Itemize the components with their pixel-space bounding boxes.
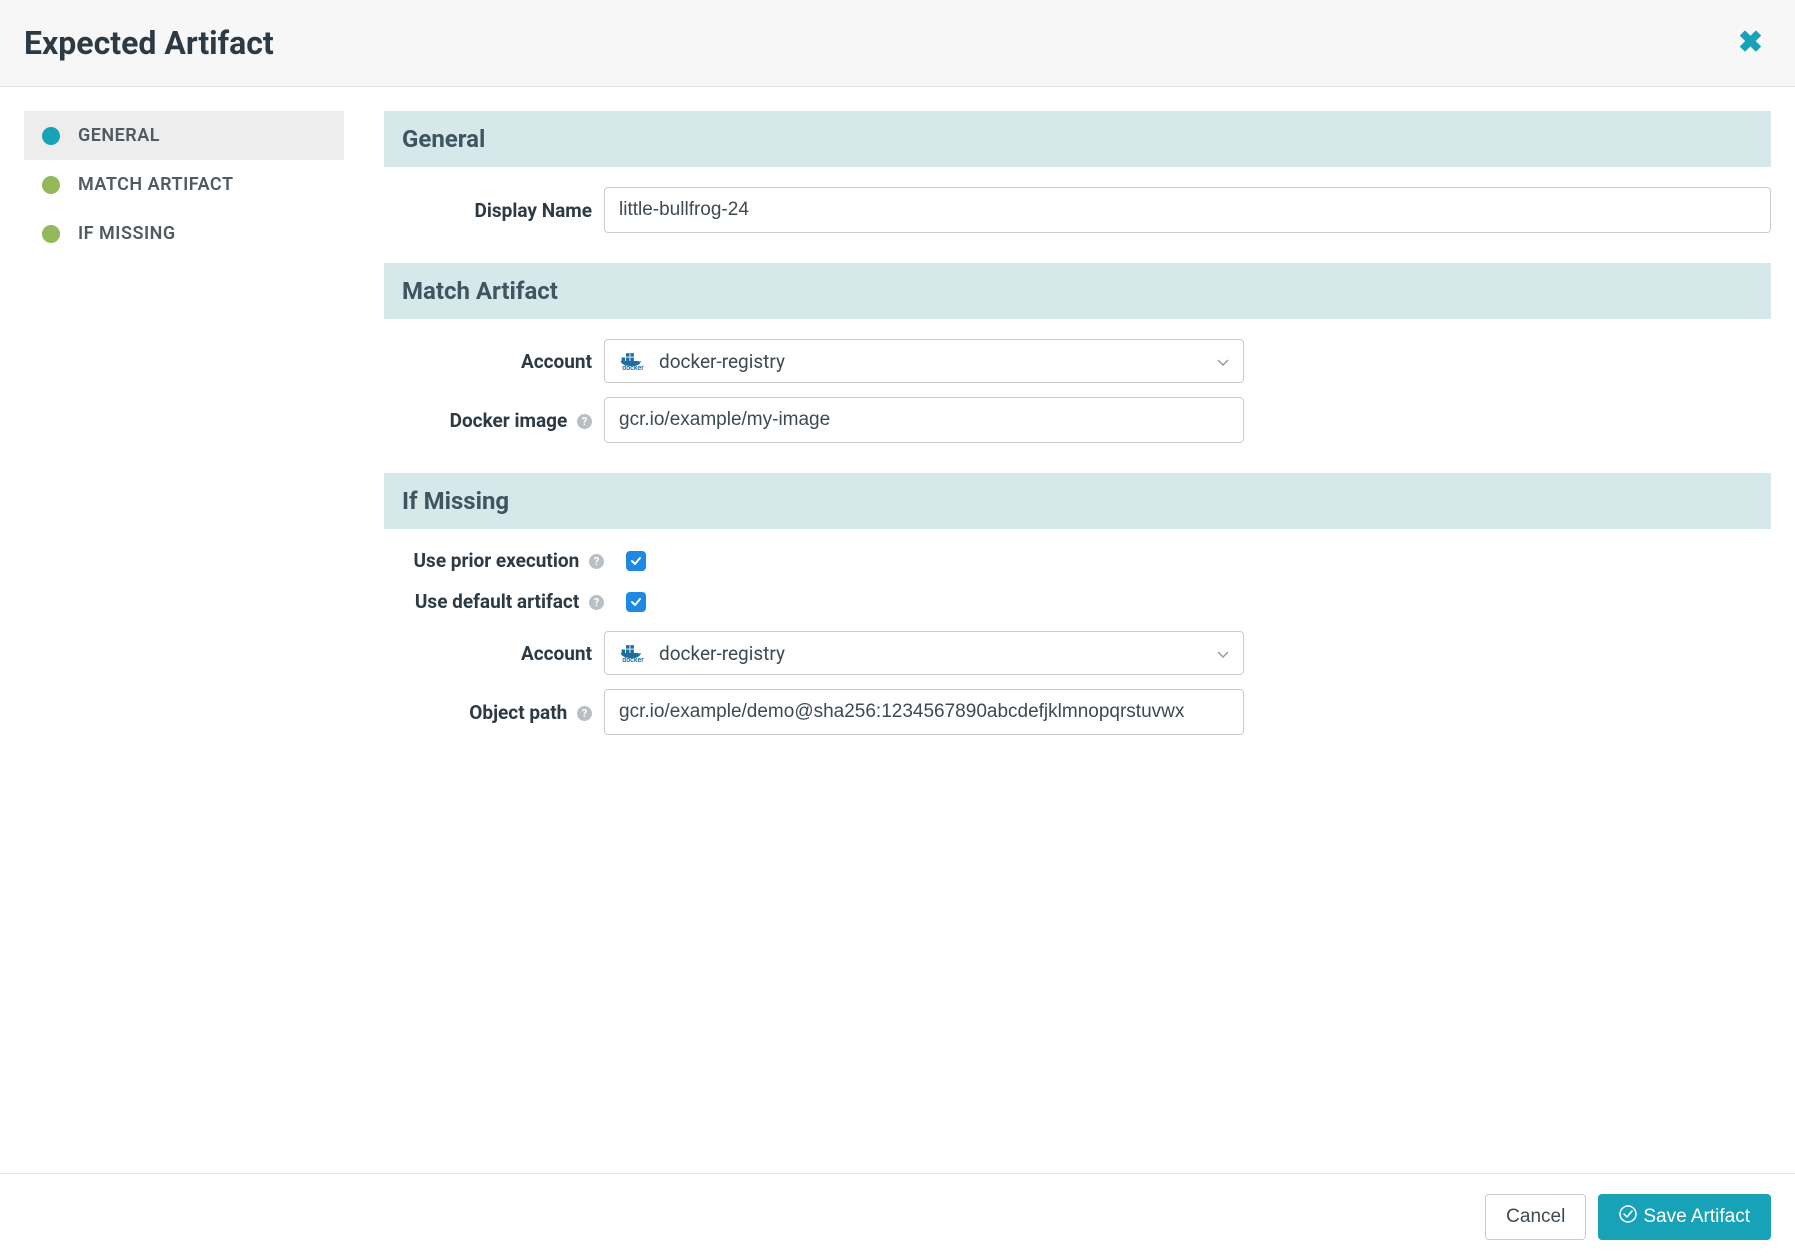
expected-artifact-modal: Expected Artifact ✖ GENERAL MATCH ARTIFA… — [0, 0, 1795, 1260]
chevron-down-icon — [1217, 351, 1229, 372]
section-general: General Display Name — [384, 111, 1771, 233]
match-account-row: Account — [384, 339, 1771, 383]
chevron-down-icon — [1217, 643, 1229, 664]
close-icon: ✖ — [1738, 26, 1763, 59]
section-header-match-artifact: Match Artifact — [384, 263, 1771, 319]
sidebar-item-match-artifact[interactable]: MATCH ARTIFACT — [24, 160, 344, 209]
match-account-label: Account — [384, 350, 604, 373]
sidebar-item-label: IF MISSING — [78, 223, 176, 244]
use-prior-checkbox[interactable] — [626, 551, 646, 571]
object-path-row: Object path ? — [384, 689, 1771, 735]
missing-account-row: Account — [384, 631, 1771, 675]
display-name-label: Display Name — [384, 199, 604, 222]
sidebar-item-general[interactable]: GENERAL — [24, 111, 344, 160]
use-prior-row: Use prior execution ? — [384, 549, 1771, 572]
help-icon[interactable]: ? — [589, 554, 604, 569]
use-default-checkbox[interactable] — [626, 592, 646, 612]
docker-image-label: Docker image ? — [384, 409, 604, 432]
check-circle-icon — [1619, 1205, 1637, 1229]
section-match-artifact: Match Artifact Account — [384, 263, 1771, 443]
docker-image-input[interactable] — [604, 397, 1244, 443]
missing-account-label: Account — [384, 642, 604, 665]
docker-image-row: Docker image ? — [384, 397, 1771, 443]
help-icon[interactable]: ? — [577, 414, 592, 429]
use-default-label: Use default artifact ? — [384, 590, 604, 613]
modal-body: GENERAL MATCH ARTIFACT IF MISSING Genera… — [0, 87, 1795, 1173]
status-dot-icon — [42, 176, 60, 194]
close-button[interactable]: ✖ — [1738, 28, 1763, 58]
display-name-input[interactable] — [604, 187, 1771, 233]
cancel-button[interactable]: Cancel — [1485, 1194, 1586, 1240]
modal-header: Expected Artifact ✖ — [0, 0, 1795, 87]
modal-footer: Cancel Save Artifact — [0, 1173, 1795, 1260]
help-icon[interactable]: ? — [577, 706, 592, 721]
modal-title: Expected Artifact — [24, 24, 274, 62]
section-header-general: General — [384, 111, 1771, 167]
use-prior-label: Use prior execution ? — [384, 549, 604, 572]
status-dot-icon — [42, 127, 60, 145]
sidebar-nav: GENERAL MATCH ARTIFACT IF MISSING — [24, 111, 344, 1149]
status-dot-icon — [42, 225, 60, 243]
docker-icon: docker — [619, 643, 647, 663]
missing-account-value: docker-registry — [659, 642, 1217, 665]
missing-account-select[interactable]: docker docker-registry — [604, 631, 1244, 675]
help-icon[interactable]: ? — [589, 595, 604, 610]
sidebar-item-label: GENERAL — [78, 125, 160, 146]
object-path-input[interactable] — [604, 689, 1244, 735]
match-account-select[interactable]: docker docker-registry — [604, 339, 1244, 383]
save-artifact-button[interactable]: Save Artifact — [1598, 1194, 1771, 1240]
sidebar-item-if-missing[interactable]: IF MISSING — [24, 209, 344, 258]
match-account-value: docker-registry — [659, 350, 1217, 373]
use-default-row: Use default artifact ? — [384, 590, 1771, 613]
display-name-row: Display Name — [384, 187, 1771, 233]
main-content: General Display Name Match Artifact Acco… — [344, 111, 1771, 1149]
section-if-missing: If Missing Use prior execution ? Use def… — [384, 473, 1771, 735]
object-path-label: Object path ? — [384, 701, 604, 724]
section-header-if-missing: If Missing — [384, 473, 1771, 529]
sidebar-item-label: MATCH ARTIFACT — [78, 174, 234, 195]
docker-icon: docker — [619, 351, 647, 371]
